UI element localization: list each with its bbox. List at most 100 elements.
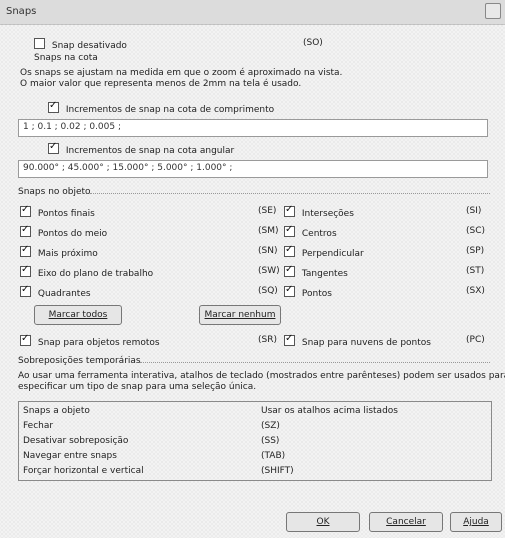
snap-perpendicular-shortcut: (SP)	[466, 246, 485, 256]
ok-button[interactable]: OK	[286, 512, 360, 532]
snap-endpoints-shortcut: (SE)	[258, 206, 277, 216]
snap-nearest-toggle[interactable]: Mais próximo	[20, 244, 98, 259]
override-name: Fechar	[23, 421, 54, 431]
snap-remote-toggle[interactable]: Snap para objetos remotos	[20, 333, 160, 348]
overrides-divider	[140, 362, 490, 363]
snap-centers-checkbox[interactable]	[284, 224, 295, 237]
snap-intersections-toggle[interactable]: Interseções	[284, 204, 354, 219]
length-increments-label: Incrementos de snap na cota de comprimen…	[65, 105, 275, 115]
object-snaps-header: Snaps no objeto	[18, 187, 91, 197]
window-title: Snaps	[6, 6, 37, 17]
snap-perpendicular-checkbox[interactable]	[284, 244, 295, 257]
snap-points-checkbox[interactable]	[284, 284, 295, 297]
table-row: Navegar entre snaps (TAB)	[23, 451, 487, 465]
snap-quadrants-shortcut: (SQ)	[258, 286, 278, 296]
snap-centers-toggle[interactable]: Centros	[284, 224, 337, 239]
snap-quadrants-toggle[interactable]: Quadrantes	[20, 284, 91, 299]
elevation-desc-1: Os snaps se ajustam na medida em que o z…	[20, 68, 343, 78]
snap-remote-checkbox[interactable]	[20, 333, 31, 346]
overrides-desc-2: especificar um tipo de snap para uma sel…	[18, 382, 257, 392]
angular-increments-field[interactable]: 90.000° ; 45.000° ; 15.000° ; 5.000° ; 1…	[18, 160, 488, 178]
snap-intersections-checkbox[interactable]	[284, 204, 295, 217]
override-name: Forçar horizontal e vertical	[23, 466, 144, 476]
mark-all-button[interactable]: Marcar todos	[34, 305, 122, 325]
snap-midpoints-label: Pontos do meio	[37, 229, 108, 239]
snap-perpendicular-label: Perpendicular	[301, 249, 364, 259]
override-name: Snaps a objeto	[23, 406, 90, 416]
snap-remote-shortcut: (SR)	[258, 335, 277, 345]
help-button[interactable]: Ajuda	[450, 512, 502, 532]
mark-all-label: Marcar todos	[48, 310, 108, 320]
snap-off-toggle[interactable]: Snap desativado	[34, 38, 127, 51]
table-row: Desativar sobreposição (SS)	[23, 436, 487, 450]
override-value: Usar os atalhos acima listados	[261, 406, 398, 416]
override-value: (SS)	[261, 436, 280, 446]
overrides-table: Snaps a objeto Usar os atalhos acima lis…	[18, 401, 492, 481]
snap-pointcloud-shortcut: (PC)	[466, 335, 485, 345]
table-row: Forçar horizontal e vertical (SHIFT)	[23, 466, 487, 480]
elevation-section-header: Snaps na cota	[34, 53, 98, 63]
snap-off-label: Snap desativado	[51, 41, 127, 51]
overrides-desc-1: Ao usar uma ferramenta interativa, atalh…	[18, 371, 505, 381]
help-label: Ajuda	[463, 517, 489, 527]
snap-quadrants-label: Quadrantes	[37, 289, 91, 299]
mark-none-button[interactable]: Marcar nenhum	[199, 305, 281, 325]
override-name: Navegar entre snaps	[23, 451, 117, 461]
snap-off-shortcut: (SO)	[303, 38, 323, 48]
snap-intersections-label: Interseções	[301, 209, 354, 219]
snap-points-toggle[interactable]: Pontos	[284, 284, 332, 299]
cancel-label: Cancelar	[386, 517, 426, 527]
snap-endpoints-checkbox[interactable]	[20, 204, 31, 217]
override-name: Desativar sobreposição	[23, 436, 129, 446]
snap-remote-label: Snap para objetos remotos	[37, 338, 160, 348]
snap-centers-label: Centros	[301, 229, 337, 239]
snap-endpoints-toggle[interactable]: Pontos finais	[20, 204, 95, 219]
override-value: (SZ)	[261, 421, 280, 431]
snap-endpoints-label: Pontos finais	[37, 209, 95, 219]
table-row: Fechar (SZ)	[23, 421, 487, 435]
snap-workplane-checkbox[interactable]	[20, 264, 31, 277]
snap-perpendicular-toggle[interactable]: Perpendicular	[284, 244, 364, 259]
snap-midpoints-shortcut: (SM)	[258, 226, 279, 236]
angular-increments-checkbox[interactable]	[48, 141, 59, 154]
object-snaps-divider	[90, 193, 490, 194]
snap-intersections-shortcut: (SI)	[466, 206, 482, 216]
snap-off-checkbox[interactable]	[34, 38, 45, 49]
length-increments-checkbox[interactable]	[48, 100, 59, 113]
override-value: (SHIFT)	[261, 466, 294, 476]
snap-tangents-label: Tangentes	[301, 269, 348, 279]
snap-nearest-label: Mais próximo	[37, 249, 98, 259]
angular-increments-value: 90.000° ; 45.000° ; 15.000° ; 5.000° ; 1…	[23, 163, 233, 173]
snap-centers-shortcut: (SC)	[466, 226, 486, 236]
cancel-button[interactable]: Cancelar	[369, 512, 443, 532]
snap-tangents-toggle[interactable]: Tangentes	[284, 264, 348, 279]
snap-midpoints-toggle[interactable]: Pontos do meio	[20, 224, 108, 239]
snap-midpoints-checkbox[interactable]	[20, 224, 31, 237]
mark-none-label: Marcar nenhum	[204, 310, 276, 320]
snap-workplane-toggle[interactable]: Eixo do plano de trabalho	[20, 264, 154, 279]
title-bar: Snaps	[0, 0, 505, 25]
snap-workplane-shortcut: (SW)	[258, 266, 280, 276]
snap-points-label: Pontos	[301, 289, 332, 299]
snap-pointcloud-toggle[interactable]: Snap para nuvens de pontos	[284, 333, 431, 348]
angular-increments-label: Incrementos de snap na cota angular	[65, 146, 235, 156]
overrides-header: Sobreposições temporárias	[18, 356, 141, 366]
snap-nearest-shortcut: (SN)	[258, 246, 278, 256]
length-increments-field[interactable]: 1 ; 0.1 ; 0.02 ; 0.005 ;	[18, 119, 488, 137]
snap-quadrants-checkbox[interactable]	[20, 284, 31, 297]
angular-increments-toggle[interactable]: Incrementos de snap na cota angular	[48, 141, 235, 156]
ok-label: OK	[316, 517, 330, 527]
length-increments-value: 1 ; 0.1 ; 0.02 ; 0.005 ;	[23, 122, 121, 132]
snap-nearest-checkbox[interactable]	[20, 244, 31, 257]
snap-pointcloud-label: Snap para nuvens de pontos	[301, 338, 431, 348]
override-value: (TAB)	[261, 451, 286, 461]
close-icon[interactable]	[485, 3, 501, 19]
snap-workplane-label: Eixo do plano de trabalho	[37, 269, 154, 279]
table-row: Snaps a objeto Usar os atalhos acima lis…	[23, 406, 487, 420]
snap-tangents-checkbox[interactable]	[284, 264, 295, 277]
length-increments-toggle[interactable]: Incrementos de snap na cota de comprimen…	[48, 100, 275, 115]
snap-tangents-shortcut: (ST)	[466, 266, 485, 276]
snap-points-shortcut: (SX)	[466, 286, 485, 296]
snap-pointcloud-checkbox[interactable]	[284, 333, 295, 346]
elevation-desc-2: O maior valor que representa menos de 2m…	[20, 79, 302, 89]
